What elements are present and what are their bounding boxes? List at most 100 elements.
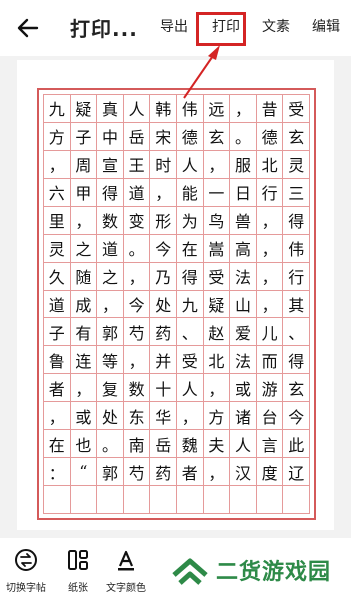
grid-cell: 。 [230, 122, 257, 151]
grid-cell [203, 486, 231, 514]
watermark: 二货游戏园 [170, 548, 351, 592]
grid-cell: 疑 [203, 290, 231, 319]
grid-cell: 韩 [150, 95, 177, 123]
grid-cell: 行 [256, 178, 284, 207]
grid-cell: 时 [150, 150, 177, 179]
grid-cell: 变 [123, 206, 151, 235]
watermark-logo-icon [172, 558, 208, 585]
grid-cell: 得 [283, 346, 310, 375]
grid-cell: 、 [283, 318, 310, 347]
grid-cell: 得 [283, 206, 310, 235]
grid-cell: 今 [283, 402, 310, 431]
grid-cell: ， [256, 234, 284, 263]
grid-cell: 形 [150, 206, 177, 235]
grid-cell: 玄 [283, 374, 310, 403]
export-button[interactable]: 导出 [160, 16, 188, 36]
grid-cell: 十 [150, 374, 177, 403]
grid-cell: ， [44, 150, 71, 179]
top-app-bar: 打印... 导出 打印 文素 编辑 [0, 0, 351, 56]
character-grid: 九疑真人韩伟远，昔受方子中岳宋德玄。德玄，周宣王时人，服北灵六甲得道，能一日行三… [43, 94, 310, 514]
grid-cell: 随 [70, 262, 98, 291]
grid-cell: 、 [177, 318, 204, 347]
grid-cell: 道 [44, 290, 71, 319]
grid-cell: 鸟 [203, 206, 231, 235]
switch-paste-tool[interactable]: 切换字帖 [6, 546, 46, 594]
grid-cell: ， [97, 290, 124, 319]
grid-cell: 九 [177, 290, 204, 319]
grid-cell: 芍 [123, 318, 151, 347]
grid-cell: 日 [230, 178, 257, 207]
grid-cell: 汉 [230, 458, 257, 487]
grid-cell: 在 [44, 430, 71, 459]
grid-cell: 嵩 [203, 234, 231, 263]
grid-cell: 昔 [256, 95, 284, 123]
grid-cell: 高 [230, 234, 257, 263]
grid-cell: 九 [44, 95, 71, 123]
grid-cell: 或 [230, 374, 257, 403]
grid-cell: 之 [97, 262, 124, 291]
grid-cell [283, 486, 310, 514]
text-color-tool[interactable]: 文字颜色 [106, 546, 146, 594]
grid-cell [97, 486, 124, 514]
grid-cell: 数 [123, 374, 151, 403]
grid-cell: 并 [150, 346, 177, 375]
grid-cell: 芍 [123, 458, 151, 487]
grid-cell [44, 486, 71, 514]
grid-cell: 今 [123, 290, 151, 319]
page-title: 打印... [70, 17, 138, 41]
print-highlight-box [196, 12, 246, 46]
grid-cell: 山 [230, 290, 257, 319]
grid-cell: 远 [203, 95, 231, 123]
grid-cell: 处 [97, 402, 124, 431]
grid-cell: 周 [70, 150, 98, 179]
grid-cell: 服 [230, 150, 257, 179]
grid-cell: 玄 [203, 122, 231, 151]
switch-paste-label: 切换字帖 [6, 583, 46, 594]
grid-cell: ， [123, 262, 151, 291]
grid-cell [123, 486, 151, 514]
grid-cell: 人 [177, 150, 204, 179]
grid-cell: 为 [177, 206, 204, 235]
grid-cell: ， [256, 262, 284, 291]
grid-cell: 法 [230, 346, 257, 375]
grid-cell: 道 [97, 234, 124, 263]
grid-cell: 言 [256, 430, 284, 459]
grid-cell: 其 [283, 290, 310, 319]
grid-cell: 。 [97, 430, 124, 459]
grid-cell [230, 486, 257, 514]
grid-cell: 兽 [230, 206, 257, 235]
grid-cell: 爱 [230, 318, 257, 347]
layout-icon [64, 546, 92, 574]
grid-cell: 魏 [177, 430, 204, 459]
text-color-label: 文字颜色 [106, 583, 146, 594]
grid-cell: 夫 [203, 430, 231, 459]
text-button[interactable]: 文素 [262, 16, 290, 36]
grid-cell: ， [150, 178, 177, 207]
grid-cell: 子 [70, 122, 98, 151]
grid-cell: 方 [44, 122, 71, 151]
grid-cell: 东 [123, 402, 151, 431]
grid-cell: 赵 [203, 318, 231, 347]
grid-cell: ， [203, 150, 231, 179]
grid-cell: 者 [177, 458, 204, 487]
grid-cell: 度 [256, 458, 284, 487]
grid-cell: 人 [177, 374, 204, 403]
grid-cell: ， [44, 402, 71, 431]
grid-cell: 玄 [283, 122, 310, 151]
edit-button[interactable]: 编辑 [312, 16, 340, 36]
grid-cell: 灵 [283, 150, 310, 179]
grid-cell: 德 [177, 122, 204, 151]
grid-cell: 有 [70, 318, 98, 347]
grid-cell: 游 [256, 374, 284, 403]
paper-tool[interactable]: 纸张 [64, 546, 92, 594]
back-arrow-icon[interactable] [14, 14, 42, 42]
grid-cell: 郭 [97, 318, 124, 347]
grid-cell: 处 [150, 290, 177, 319]
grid-cell: 伟 [283, 234, 310, 263]
grid-cell: ， [70, 206, 98, 235]
grid-cell: 能 [177, 178, 204, 207]
grid-cell: 此 [283, 430, 310, 459]
grid-cell [70, 486, 98, 514]
grid-cell: ， [256, 206, 284, 235]
grid-cell: 今 [150, 234, 177, 263]
